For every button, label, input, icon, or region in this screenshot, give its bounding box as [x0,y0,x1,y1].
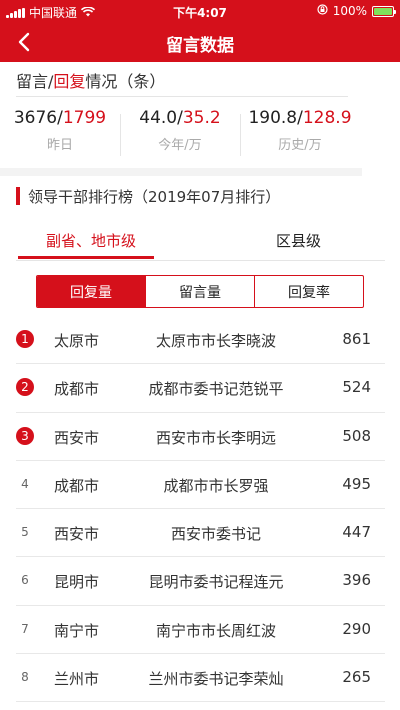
segment-message-count[interactable]: 留言量 [145,276,254,307]
stat-label: 今年/万 [158,138,202,153]
row-official: 南宁市市长周红波 [155,621,276,640]
stat-message-count: 44.0/ [139,108,183,128]
stat-message-count: 190.8/ [248,108,303,128]
row-official: 太原市市长李晓波 [155,332,276,350]
rank-number: 4 [21,476,29,491]
row-count: 495 [342,474,371,493]
ranking-row[interactable]: 2 成都市 成都市委书记范锐平 524 [16,364,385,413]
row-city: 兰州市 [54,670,100,689]
row-official: 昆明市委书记程连元 [148,573,284,592]
ranking-title-text: 领导干部排行榜（2019年07月排行） [28,187,281,206]
row-city: 西安市 [54,428,100,447]
stats-row: 3676/1799 昨日 44.0/35.2 今年/万 190.8/128.9 … [0,108,360,160]
ranking-row[interactable]: 1 太原市 太原市市长李晓波 861 [16,316,385,365]
orientation-lock-icon [317,4,328,18]
ranking-row[interactable]: 4 成都市 成都市市长罗强 495 [16,461,385,510]
tab-active-indicator [18,256,154,259]
row-city: 成都市 [54,476,100,495]
rank-number: 5 [21,525,29,540]
segment-reply-rate[interactable]: 回复率 [254,276,363,307]
row-count: 861 [342,330,371,348]
stats-title: 留言/回复情况（条） [16,68,165,92]
row-count: 447 [342,523,371,542]
row-official: 西安市委书记 [170,525,261,544]
ranking-row[interactable]: 8 兰州市 兰州市委书记李荣灿 265 [16,654,385,703]
row-official: 兰州市委书记李荣灿 [148,670,284,689]
row-city: 昆明市 [54,573,100,592]
rank-number: 8 [21,670,29,685]
ranking-row[interactable]: 6 昆明市 昆明市委书记程连元 396 [16,557,385,606]
stats-title-prefix: 留言/ [16,72,54,91]
divider [16,260,385,261]
stat-history: 190.8/128.9 历史/万 [240,108,360,160]
stat-label: 历史/万 [278,138,322,153]
section-gap [0,168,362,176]
row-city: 南宁市 [54,621,100,640]
rank-number: 6 [21,573,29,588]
stat-label: 昨日 [46,138,73,153]
row-city: 太原市 [54,332,100,350]
row-official: 西安市市长李明远 [155,428,276,447]
row-official: 成都市市长罗强 [163,476,269,495]
stat-message-count: 3676/ [13,108,63,128]
stat-value: 44.0/35.2 [120,108,240,128]
row-count: 290 [342,619,371,638]
rank-badge: 2 [16,378,34,397]
rank-number: 7 [21,621,29,636]
title-accent-bar [16,187,20,205]
ranking-row[interactable]: 5 西安市 西安市委书记 447 [16,509,385,558]
stat-value: 3676/1799 [0,108,120,128]
row-count: 265 [342,668,371,687]
tab-province-city[interactable]: 副省、地市级 [46,230,136,251]
ranking-title: 领导干部排行榜（2019年07月排行） [16,186,280,206]
ranking-row[interactable]: 3 西安市 西安市市长李明远 508 [16,413,385,461]
stat-reply-count: 35.2 [182,108,221,128]
row-city: 西安市 [54,525,100,544]
stat-reply-count: 1799 [62,108,107,128]
rank-badge: 3 [16,426,34,445]
metric-segmented-control: 回复量 留言量 回复率 [36,275,364,308]
nav-bar: 留言数据 [0,22,400,62]
row-city: 成都市 [54,380,100,399]
ranking-row[interactable]: 7 南宁市 南宁市市长周红波 290 [16,606,385,655]
level-tabs: 副省、地市级 区县级 [0,222,385,260]
stats-title-red: 回复 [53,72,86,91]
row-count: 508 [342,426,371,445]
row-count: 396 [342,571,371,590]
ranking-list: 1 太原市 太原市市长李晓波 861 2 成都市 成都市委书记范锐平 524 3… [0,316,385,703]
page-title: 留言数据 [166,36,234,56]
stat-reply-count: 128.9 [302,108,352,128]
status-right: 100% [317,4,396,18]
rank-badge: 1 [16,330,34,348]
tab-district-county[interactable]: 区县级 [276,230,321,251]
stats-title-suffix: 情况（条） [85,72,166,91]
stat-this-year: 44.0/35.2 今年/万 [120,108,240,160]
row-official: 成都市委书记范锐平 [148,380,284,399]
divider [16,96,348,97]
battery-percent: 100% [332,4,367,18]
row-count: 524 [342,378,371,397]
status-bar: 中国联通 下午4:07 100% [0,0,400,22]
battery-icon [372,5,396,17]
segment-reply-count[interactable]: 回复量 [37,276,145,307]
stat-yesterday: 3676/1799 昨日 [0,108,120,160]
stat-value: 190.8/128.9 [240,108,360,128]
